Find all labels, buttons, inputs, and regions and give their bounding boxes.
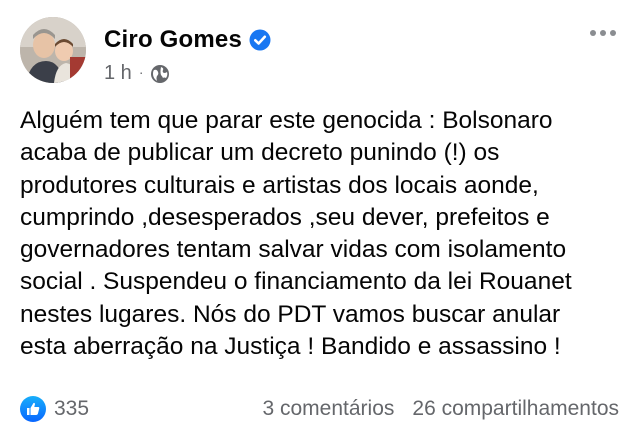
separator-dot: ·: [138, 63, 144, 80]
post-time[interactable]: 1 h: [104, 62, 132, 85]
globe-icon[interactable]: [150, 64, 170, 84]
more-options-icon[interactable]: [590, 30, 616, 36]
like-icon[interactable]: [20, 396, 46, 422]
profile-photo: [20, 17, 86, 83]
post-meta: 1 h ·: [104, 62, 170, 85]
post-footer: 335 3 comentários 26 compartilhamentos: [20, 396, 619, 422]
avatar[interactable]: [20, 17, 86, 83]
author-row: Ciro Gomes: [104, 26, 271, 54]
verified-badge-icon: [249, 29, 271, 51]
reaction-count[interactable]: 335: [54, 397, 89, 421]
post-text: Alguém tem que parar este genocida : Bol…: [20, 107, 572, 361]
comments-count[interactable]: 3 comentários: [262, 397, 394, 421]
author-name[interactable]: Ciro Gomes: [104, 26, 242, 54]
engagement-stats: 3 comentários 26 compartilhamentos: [262, 397, 619, 421]
shares-count[interactable]: 26 compartilhamentos: [412, 397, 619, 421]
